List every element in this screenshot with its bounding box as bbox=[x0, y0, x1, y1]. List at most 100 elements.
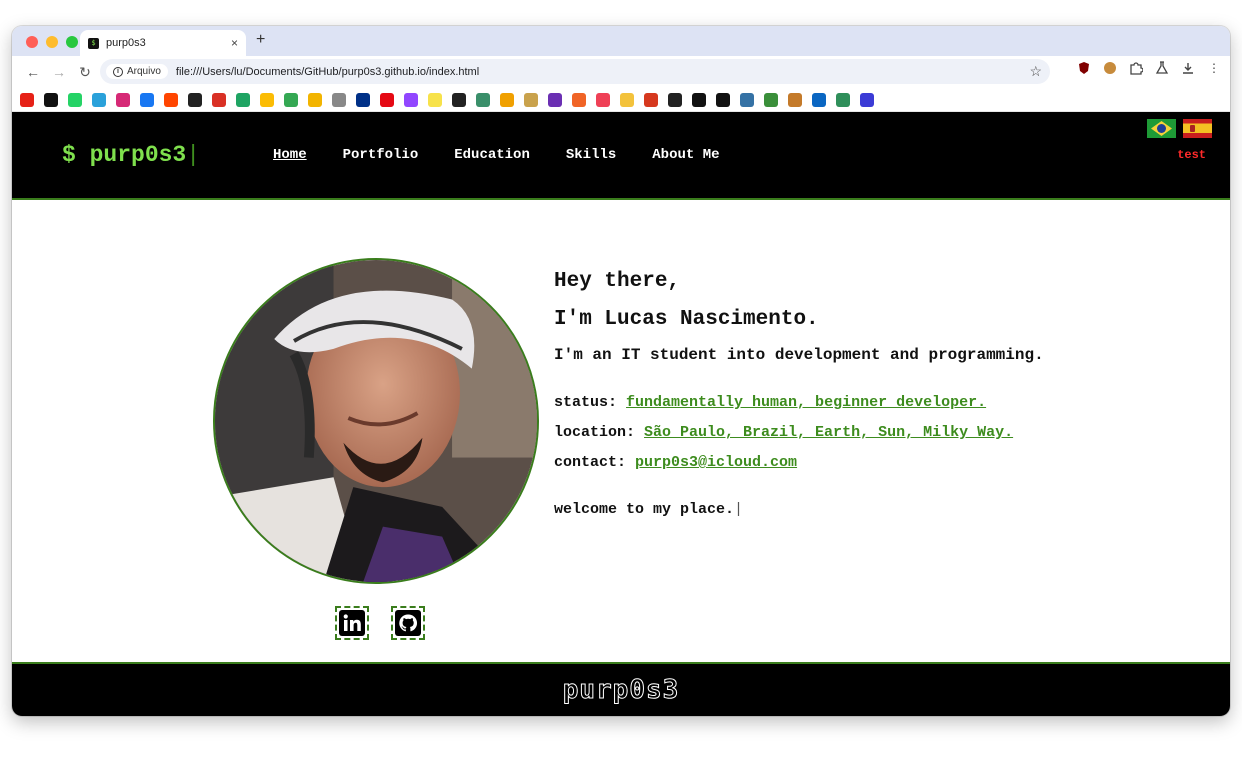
paypal-icon[interactable] bbox=[356, 92, 370, 107]
welcome-text: welcome to my place.| bbox=[554, 501, 1044, 518]
spain-flag-icon[interactable] bbox=[1183, 119, 1212, 138]
intro-section: Hey there, I'm Lucas Nascimento. I'm an … bbox=[554, 270, 1044, 518]
minimize-window-button[interactable] bbox=[46, 36, 58, 48]
food-icon[interactable] bbox=[524, 92, 538, 107]
download-icon[interactable] bbox=[1180, 60, 1196, 76]
telegram-icon[interactable] bbox=[92, 92, 106, 107]
brazil-flag-icon[interactable] bbox=[1147, 119, 1176, 138]
site-info-chip[interactable]: i Arquivo bbox=[106, 64, 168, 79]
instagram-icon[interactable] bbox=[116, 92, 130, 107]
menu-kebab-icon[interactable]: ⋮ bbox=[1206, 60, 1222, 76]
contact-label: contact: bbox=[554, 454, 627, 471]
whatsapp-icon[interactable] bbox=[68, 92, 82, 107]
logo-cursor: | bbox=[186, 142, 201, 168]
labs-flask-icon[interactable] bbox=[1154, 60, 1170, 76]
purple-app-icon[interactable] bbox=[548, 92, 562, 107]
window-controls bbox=[26, 36, 78, 48]
x-icon[interactable] bbox=[44, 92, 58, 107]
typing-cursor: | bbox=[734, 501, 744, 518]
bookmark-star-icon[interactable] bbox=[476, 92, 490, 107]
address-bar[interactable]: i Arquivo file:///Users/lu/Documents/Git… bbox=[100, 59, 1050, 84]
nav-skills[interactable]: Skills bbox=[566, 147, 616, 163]
maps-icon[interactable] bbox=[284, 92, 298, 107]
facebook-icon[interactable] bbox=[140, 92, 154, 107]
toolbar-extensions: ⋮ bbox=[1076, 60, 1222, 76]
tab-close-icon[interactable]: × bbox=[231, 36, 238, 50]
home-icon[interactable] bbox=[836, 92, 850, 107]
nav-home[interactable]: Home bbox=[273, 147, 307, 163]
new-tab-button[interactable]: + bbox=[256, 31, 265, 49]
bookmark-u-icon[interactable] bbox=[452, 92, 466, 107]
bookmark-star-icon[interactable]: ☆ bbox=[1029, 63, 1042, 80]
shop-icon[interactable] bbox=[572, 92, 586, 107]
photos-icon[interactable] bbox=[260, 92, 274, 107]
linkedin-icon[interactable] bbox=[335, 606, 369, 640]
tab-strip: $ purp0s3 × + bbox=[12, 26, 1230, 56]
dh-icon[interactable] bbox=[620, 92, 634, 107]
info-icon: i bbox=[113, 66, 123, 77]
apple-icon[interactable] bbox=[332, 92, 346, 107]
location-label: location: bbox=[554, 424, 636, 441]
forward-icon[interactable]: → bbox=[46, 59, 72, 85]
subtitle-text: I'm an IT student into development and p… bbox=[554, 346, 1044, 364]
welcome-message: welcome to my place. bbox=[554, 501, 735, 518]
nav-about-me[interactable]: About Me bbox=[652, 147, 719, 163]
logo-text: $ purp0s3 bbox=[62, 142, 187, 168]
reddit-icon[interactable] bbox=[164, 92, 178, 107]
keep-icon[interactable] bbox=[308, 92, 322, 107]
nav-education[interactable]: Education bbox=[454, 147, 530, 163]
profile-photo bbox=[213, 258, 539, 584]
main-nav: Home Portfolio Education Skills About Me bbox=[273, 147, 720, 163]
youtube-icon[interactable] bbox=[20, 92, 34, 107]
nav-portfolio[interactable]: Portfolio bbox=[343, 147, 419, 163]
ublock-icon[interactable] bbox=[1076, 60, 1092, 76]
test-label: test bbox=[1177, 148, 1206, 162]
profile-photo-image bbox=[215, 260, 537, 582]
python-icon[interactable] bbox=[740, 92, 754, 107]
tab-favicon-icon: $ bbox=[88, 37, 99, 49]
browser-toolbar: ← → ↻ i Arquivo file:///Users/lu/Documen… bbox=[12, 56, 1230, 88]
chart-icon[interactable] bbox=[500, 92, 514, 107]
gmail-icon[interactable] bbox=[212, 92, 226, 107]
tab-title: purp0s3 bbox=[106, 37, 146, 49]
linkedin-bm-icon[interactable] bbox=[812, 92, 826, 107]
bars-icon[interactable] bbox=[644, 92, 658, 107]
greeting-heading: Hey there, bbox=[554, 270, 681, 293]
browser-tab[interactable]: $ purp0s3 × bbox=[80, 30, 246, 56]
browser-window: $ purp0s3 × + ← → ↻ i Arquivo file:///Us… bbox=[12, 26, 1230, 716]
close-window-button[interactable] bbox=[26, 36, 38, 48]
github-icon[interactable] bbox=[188, 92, 202, 107]
extension-cookie-icon[interactable] bbox=[1102, 60, 1118, 76]
language-flags bbox=[1147, 119, 1212, 138]
location-row: location: São Paulo, Brazil, Earth, Sun,… bbox=[554, 424, 1044, 441]
url-text[interactable]: file:///Users/lu/Documents/GitHub/purp0s… bbox=[176, 66, 479, 78]
notes-icon[interactable] bbox=[428, 92, 442, 107]
footer-logo: purp0s3 bbox=[562, 675, 680, 706]
status-row: status: fundamentally human, beginner de… bbox=[554, 394, 1044, 411]
back-icon[interactable]: ← bbox=[20, 59, 46, 85]
bolt-icon[interactable] bbox=[716, 92, 730, 107]
github-icon[interactable] bbox=[391, 606, 425, 640]
web-page: $ purp0s3| Home Portfolio Education Skil… bbox=[12, 112, 1230, 716]
contact-row: contact: purp0s3@icloud.com bbox=[554, 454, 1044, 471]
twitch-icon[interactable] bbox=[404, 92, 418, 107]
location-link[interactable]: São Paulo, Brazil, Earth, Sun, Milky Way… bbox=[644, 424, 1013, 441]
adidas-icon[interactable] bbox=[692, 92, 706, 107]
site-footer: purp0s3 bbox=[12, 662, 1230, 716]
drive-icon[interactable] bbox=[236, 92, 250, 107]
maximize-window-button[interactable] bbox=[66, 36, 78, 48]
reload-icon[interactable]: ↻ bbox=[72, 59, 98, 85]
pocket-icon[interactable] bbox=[596, 92, 610, 107]
site-logo[interactable]: $ purp0s3| bbox=[62, 142, 200, 168]
contact-email-link[interactable]: purp0s3@icloud.com bbox=[635, 454, 797, 471]
app-icon[interactable] bbox=[860, 92, 874, 107]
grid-icon[interactable] bbox=[788, 92, 802, 107]
wallet-icon[interactable] bbox=[668, 92, 682, 107]
site-info-label: Arquivo bbox=[127, 66, 161, 77]
status-label: status: bbox=[554, 394, 618, 411]
status-link[interactable]: fundamentally human, beginner developer. bbox=[626, 394, 986, 411]
social-links bbox=[335, 606, 425, 640]
netflix-icon[interactable] bbox=[380, 92, 394, 107]
leaf-icon[interactable] bbox=[764, 92, 778, 107]
extensions-puzzle-icon[interactable] bbox=[1128, 60, 1144, 76]
